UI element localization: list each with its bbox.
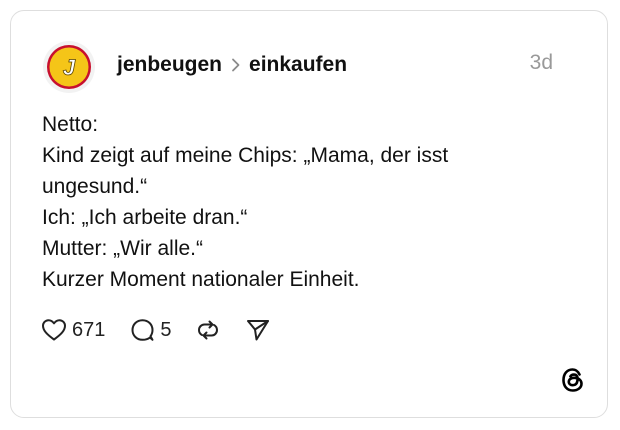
like-button[interactable]: 671 bbox=[41, 318, 105, 342]
comment-icon bbox=[131, 319, 154, 341]
author-row: jenbeugen einkaufen bbox=[117, 50, 347, 80]
post-line: Mutter: „Wir alle.“ bbox=[42, 237, 204, 260]
chevron-right-icon bbox=[231, 58, 241, 72]
heart-icon bbox=[42, 319, 66, 341]
share-button[interactable] bbox=[245, 318, 271, 342]
threads-logo-icon bbox=[559, 366, 587, 394]
post-card[interactable]: J jenbeugen einkaufen 3d Netto: Kind zei… bbox=[10, 10, 608, 418]
post-line: Kind zeigt auf meine Chips: „Mama, der i… bbox=[42, 144, 449, 167]
repost-icon bbox=[197, 320, 218, 340]
reply-button[interactable]: 5 bbox=[129, 318, 172, 342]
avatar[interactable]: J bbox=[43, 41, 95, 93]
post-line: Netto: bbox=[42, 113, 99, 136]
post-actions: 671 5 bbox=[41, 315, 271, 345]
post-line: ungesund.“ bbox=[42, 175, 148, 198]
repost-button[interactable] bbox=[195, 318, 221, 342]
post-line: Kurzer Moment nationaler Einheit. bbox=[42, 268, 360, 291]
author-name[interactable]: jenbeugen bbox=[117, 53, 222, 77]
post-timestamp: 3d bbox=[529, 51, 553, 74]
avatar-letter: J bbox=[63, 55, 76, 80]
reply-count: 5 bbox=[160, 318, 172, 341]
send-icon bbox=[246, 320, 269, 341]
post-text: Netto: Kind zeigt auf meine Chips: „Mama… bbox=[42, 109, 562, 295]
post-line: Ich: „Ich arbeite dran.“ bbox=[42, 206, 248, 229]
community-name[interactable]: einkaufen bbox=[249, 53, 347, 77]
avatar-logo: J bbox=[47, 45, 91, 89]
like-count: 671 bbox=[72, 318, 106, 341]
